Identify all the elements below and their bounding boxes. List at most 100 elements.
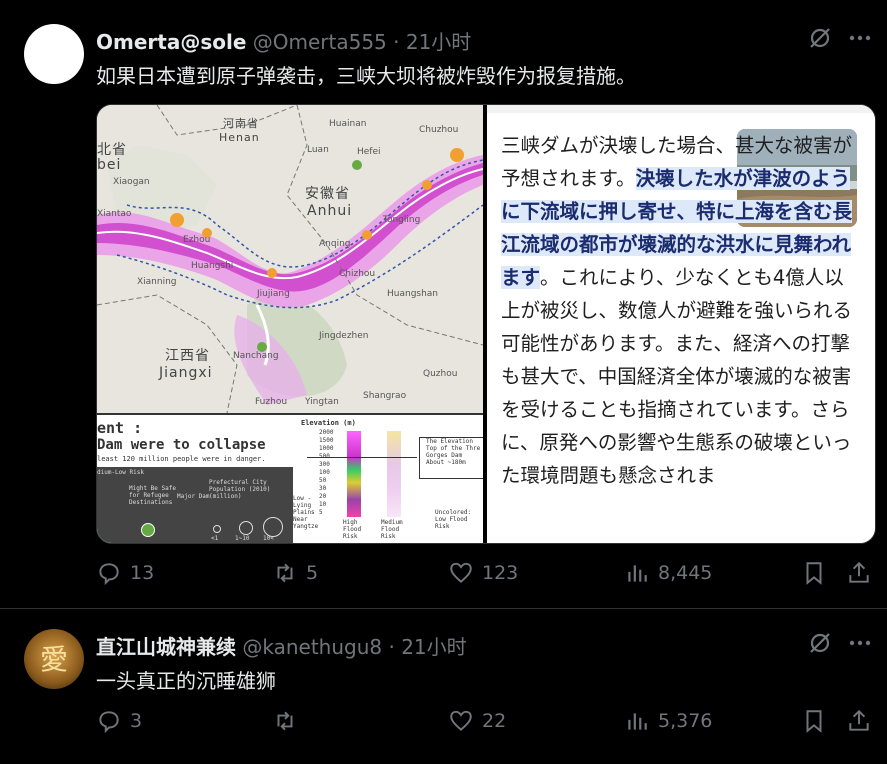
city-label: Jingdezhen [319,331,369,341]
flood-map: 河南省 Henan 安徽省 Anhui 江西省 Jiangxi 北省 bei X… [97,105,484,414]
province-label: bei [97,157,122,173]
retweet-button[interactable] [272,708,306,734]
legend-item: Prefectural City Population (2010)(milli… [209,479,271,500]
legend-item: <1 [211,535,219,542]
legend-title: ent : [97,419,143,437]
legend-line: Dam were to collapse [97,437,266,453]
city-label: Xiaogan [113,177,150,187]
retweet-icon [277,563,293,583]
more-icon[interactable] [844,627,876,659]
province-label: 安徽省 [305,186,350,202]
jp-text-2: 。これにより、少なくとも4億人以上が被災し、数億人が避難を強いられる可能性があり… [501,266,853,487]
avatar[interactable] [24,24,84,84]
grok-icon[interactable] [804,627,836,659]
province-label: 北省 [97,142,127,158]
retweet-button[interactable]: 5 [272,560,318,586]
province-label: Jiangxi [159,365,213,381]
handle-time[interactable]: @Omerta555 · 21小时 [253,30,472,54]
reply-button[interactable]: 13 [96,560,154,586]
reply-count: 13 [130,562,155,584]
city-label: Jiujiang [257,289,290,299]
share-button[interactable] [846,708,872,734]
city-label: Nanchang [233,351,279,361]
city-label: Huangshan [387,289,439,299]
tweet-header: Omerta@sole @Omerta555 · 21小时 [96,26,471,55]
svg-text:愛: 愛 [40,643,68,676]
city-label: Hefei [357,147,381,157]
like-button[interactable]: 22 [448,708,506,734]
reply-icon [99,563,119,586]
bookmark-icon [806,710,822,733]
legend-item: 10< [263,535,274,542]
like-icon [450,562,472,583]
jp-body-text: 三峡ダムが決壊した場合、甚大な被害が予想されます。決壊した水が津波のように下流域… [501,129,861,492]
display-name[interactable]: Omerta@sole [96,30,246,54]
elevation-label: Low -Lying Plains Near Yangtze [293,495,319,530]
city-label: Xianning [137,277,177,287]
avatar[interactable]: 愛 [24,629,84,689]
high-risk-scale [347,431,361,517]
elevation-label: Uncolored: Low Flood Risk [435,509,472,530]
more-icon[interactable] [844,22,876,54]
tweet-header: 直江山城神兼续 @kanethugu8 · 21小时 [96,631,467,660]
medium-risk-scale [387,431,401,517]
grok-icon[interactable] [804,22,836,54]
bookmark-button[interactable] [801,560,827,586]
legend-sub: least 120 million people were in danger. [97,455,266,463]
province-label: 江西省 [165,348,210,364]
like-button[interactable]: 123 [448,560,518,586]
elevation-label: High Flood Risk [343,519,362,540]
city-label: Quzhou [423,369,458,379]
retweet-count: 5 [306,562,319,584]
display-name[interactable]: 直江山城神兼续 [96,635,236,659]
reply-count: 3 [130,710,143,732]
bookmark-button[interactable] [801,708,827,734]
like-count: 22 [482,710,507,732]
views-icon [628,713,647,730]
city-label: Huainan [329,119,367,129]
elevation-label: Medium Flood Risk [381,519,403,540]
province-label: Anhui [307,203,353,219]
city-label: Ezhou [183,235,211,245]
legend-risk-box: dium-Low Risk Might Be Safe for Refugee … [97,467,293,543]
jp-summary-panel: 三峡ダムが決壊した場合、甚大な被害が予想されます。決壊した水が津波のように下流域… [487,105,875,543]
city-label: Chizhou [339,269,376,279]
like-count: 123 [482,562,519,584]
city-label: Yingtan [305,397,339,407]
city-label: Tongling [383,215,421,225]
tweet-actions: 13 5 123 8,445 [0,560,887,594]
province-label: Henan [219,131,260,144]
tweet-2[interactable]: 愛 直江山城神兼续 @kanethugu8 · 21小时 一头真正的沉睡雄狮 3… [0,609,887,764]
province-label: 河南省 [223,117,259,130]
tweet-1[interactable]: Omerta@sole @Omerta555 · 21小时 如果日本遭到原子弹袭… [0,0,887,608]
share-icon [849,709,869,731]
views-button[interactable]: 8,445 [624,560,712,586]
panel-header-strip [487,105,875,113]
share-icon [849,561,869,583]
city-label: Fuzhou [255,397,288,407]
tweet-text: 一头真正的沉睡雄狮 [96,669,276,693]
views-button[interactable]: 5,376 [624,708,712,734]
city-label: Chuzhou [419,125,459,135]
reply-icon [99,711,119,734]
tweet-media[interactable]: 河南省 Henan 安徽省 Anhui 江西省 Jiangxi 北省 bei X… [96,104,876,544]
tweet-text: 如果日本遭到原子弹袭击，三峡大坝将被炸毁作为报复措施。 [96,64,636,88]
handle-time[interactable]: @kanethugu8 · 21小时 [242,635,466,659]
city-label: Shangrao [363,391,407,401]
elevation-title: Elevation (m) [301,419,356,427]
tweet-actions: 3 22 5,376 [0,708,887,742]
city-label: Huangshi [191,261,234,271]
elevation-note-box: The Elevation Top of the Thre Gorges Dam… [419,437,484,479]
reply-button[interactable]: 3 [96,708,142,734]
views-count: 5,376 [658,710,713,732]
share-button[interactable] [846,560,872,586]
legend-item: 1~10 [235,535,250,542]
city-label: Luan [307,145,329,155]
city-label: Anqing [319,239,351,249]
like-icon [450,710,472,731]
views-count: 8,445 [658,562,713,584]
city-label: Xiantao [97,209,132,219]
safe-marker [141,523,155,537]
map-graphic [97,105,484,414]
map-legend: ent : Dam were to collapse least 120 mil… [97,413,484,543]
